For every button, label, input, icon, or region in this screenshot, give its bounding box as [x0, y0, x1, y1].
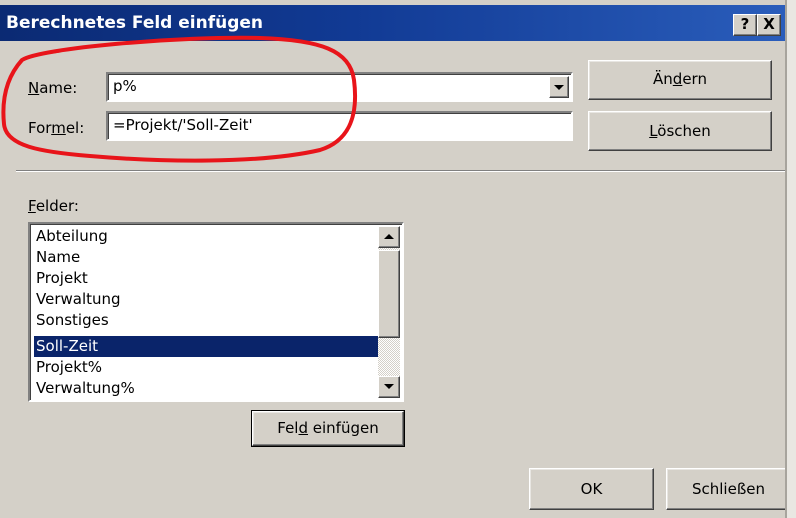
- fields-listbox[interactable]: Abteilung Name Projekt Verwaltung Sonsti…: [28, 222, 404, 402]
- help-button[interactable]: ?: [733, 14, 757, 36]
- fields-label: Felder:: [28, 197, 79, 215]
- list-item[interactable]: Sonstiges: [34, 310, 379, 331]
- chevron-down-icon[interactable]: [549, 76, 569, 98]
- dialog-title: Berechnetes Feld einfügen: [6, 13, 264, 33]
- close-button[interactable]: Schließen: [666, 468, 791, 510]
- separator-highlight: [16, 171, 786, 172]
- insert-field-button[interactable]: Feld einfügen: [251, 410, 405, 447]
- formula-input[interactable]: =Projekt/'Soll-Zeit': [106, 111, 573, 141]
- close-icon[interactable]: X: [757, 14, 781, 36]
- name-label: Name:: [28, 79, 78, 97]
- name-combobox[interactable]: p%: [106, 72, 573, 102]
- list-item[interactable]: Projekt%: [34, 357, 379, 378]
- change-button[interactable]: Ändern: [588, 60, 772, 100]
- arrow-down-icon[interactable]: [378, 376, 400, 398]
- arrow-up-icon[interactable]: [378, 226, 400, 248]
- ok-button[interactable]: OK: [529, 468, 654, 510]
- list-item[interactable]: Verwaltung%: [34, 378, 379, 399]
- formula-value: =Projekt/'Soll-Zeit': [113, 116, 253, 134]
- list-item[interactable]: Abteilung: [34, 226, 379, 247]
- list-item[interactable]: Name: [34, 247, 379, 268]
- list-item[interactable]: Verwaltung: [34, 289, 379, 310]
- list-item[interactable]: Projekt: [34, 268, 379, 289]
- delete-button[interactable]: Löschen: [588, 111, 772, 151]
- window-edge: [785, 0, 796, 518]
- title-bar[interactable]: Berechnetes Feld einfügen ? X: [0, 5, 785, 41]
- vertical-scrollbar[interactable]: [378, 226, 400, 398]
- scrollbar-thumb[interactable]: [378, 250, 400, 338]
- name-input[interactable]: p%: [113, 77, 137, 95]
- list-item-selected[interactable]: Soll-Zeit: [34, 336, 379, 357]
- formula-label: Formel:: [28, 119, 85, 137]
- dialog-window: Berechnetes Feld einfügen ? X Name: p% F…: [0, 0, 796, 518]
